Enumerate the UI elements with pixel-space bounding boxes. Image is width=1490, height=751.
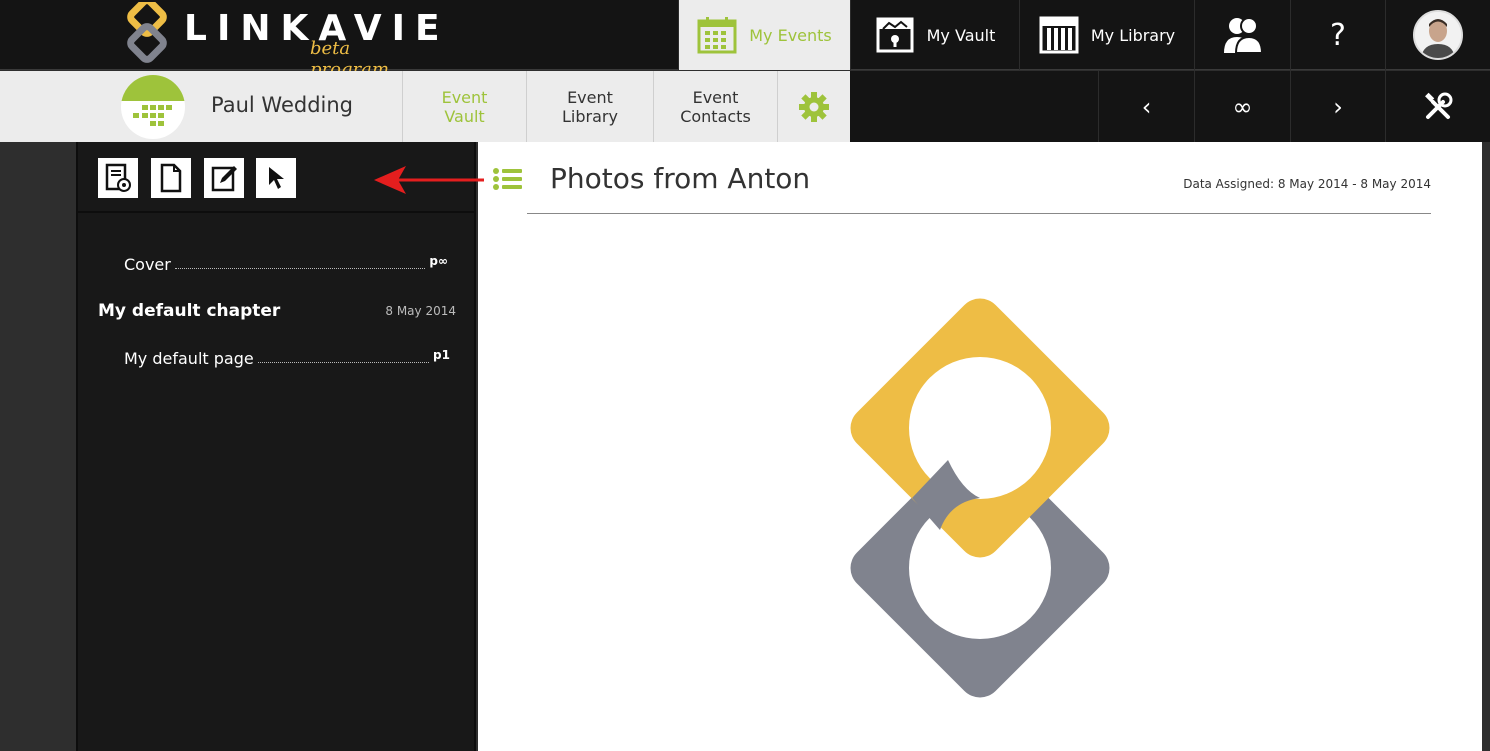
event-header-bar: Paul Wedding Event Vault Event Library Eve… xyxy=(0,71,850,142)
pointer-icon xyxy=(269,167,284,189)
tab-event-library[interactable]: Event Library xyxy=(526,71,653,142)
toc-page-number: p1 xyxy=(433,348,450,362)
toc-dotted-leader xyxy=(257,362,430,363)
page-content: Photos from Anton Data Assigned: 8 May 2… xyxy=(478,142,1482,751)
tab-event-contacts-line1: Event xyxy=(692,87,739,107)
settings-gear-icon xyxy=(799,91,829,122)
tab-event-vault-line2: Vault xyxy=(444,106,485,126)
book-sidebar: Cover p∞ My default chapter 8 May 2014 M… xyxy=(76,142,476,751)
nav-my-library[interactable]: My Library xyxy=(1019,0,1194,70)
toc-item-label: Cover xyxy=(124,255,171,274)
edit-icon xyxy=(211,166,237,192)
tab-event-library-line2: Library xyxy=(562,106,618,126)
toc-item-page[interactable]: My default page p1 xyxy=(124,348,450,368)
page-title: Photos from Anton xyxy=(550,162,811,195)
help-icon: ? xyxy=(1330,17,1346,53)
linkavie-logo-mark-icon xyxy=(850,298,1110,698)
tab-event-library-line1: Event xyxy=(567,87,613,107)
toc-item-cover[interactable]: Cover p∞ xyxy=(124,254,448,274)
tab-event-contacts-line2: Contacts xyxy=(680,106,751,126)
page-navigation-bar: ‹ ∞ › xyxy=(850,71,1490,142)
next-page-button[interactable]: › xyxy=(1290,71,1385,142)
all-pages-button[interactable]: ∞ xyxy=(1194,71,1290,142)
nav-my-vault[interactable]: My Vault xyxy=(850,0,1019,70)
nav-my-events[interactable]: My Events xyxy=(678,0,850,70)
toc-chapter[interactable]: My default chapter 8 May 2014 xyxy=(98,301,456,321)
edit-button[interactable] xyxy=(204,158,244,198)
toc-page-number: p∞ xyxy=(429,254,448,268)
toc-dotted-leader xyxy=(174,268,426,269)
help-button[interactable]: ? xyxy=(1290,0,1385,70)
list-icon xyxy=(493,168,522,190)
tools-icon xyxy=(1425,92,1453,119)
chevron-right-icon: › xyxy=(1333,92,1343,121)
tab-event-vault[interactable]: Event Vault xyxy=(402,71,526,142)
contacts-icon xyxy=(1223,17,1263,54)
top-navigation-bar: LINKAVIE beta program My Events My Vault xyxy=(0,0,1490,80)
library-icon xyxy=(1039,16,1079,54)
tools-button[interactable] xyxy=(1385,71,1490,142)
nav-my-library-label: My Library xyxy=(1090,25,1176,45)
event-avatar[interactable] xyxy=(121,75,185,139)
avatar xyxy=(1413,10,1463,60)
toc-toggle-button[interactable] xyxy=(492,167,524,191)
event-settings-button[interactable] xyxy=(777,71,850,142)
new-page-button[interactable] xyxy=(151,158,191,198)
new-page-icon xyxy=(160,163,182,193)
annotation-arrow-icon xyxy=(374,166,484,194)
toc-item-label: My default page xyxy=(124,349,254,368)
nav-my-events-label: My Events xyxy=(749,25,832,45)
data-assigned-range: Data Assigned: 8 May 2014 - 8 May 2014 xyxy=(1183,177,1431,191)
user-avatar-button[interactable] xyxy=(1385,0,1490,70)
tab-event-contacts[interactable]: Event Contacts xyxy=(653,71,777,142)
toc-chapter-date: 8 May 2014 xyxy=(385,304,456,318)
nav-my-vault-label: My Vault xyxy=(926,25,996,45)
title-divider xyxy=(527,213,1431,214)
infinity-icon: ∞ xyxy=(1232,92,1253,121)
left-gutter xyxy=(0,142,76,751)
select-tool-button[interactable] xyxy=(256,158,296,198)
right-edge xyxy=(1482,142,1490,751)
new-chapter-icon xyxy=(105,163,131,192)
previous-page-button[interactable]: ‹ xyxy=(1098,71,1194,142)
toc-chapter-title: My default chapter xyxy=(98,301,281,321)
logo-mark-icon xyxy=(127,2,167,63)
nav-contacts[interactable] xyxy=(1194,0,1290,70)
vault-icon xyxy=(876,17,914,53)
new-chapter-button[interactable] xyxy=(98,158,138,198)
chevron-left-icon: ‹ xyxy=(1141,92,1152,121)
tab-event-vault-line1: Event xyxy=(441,87,488,107)
linkavie-logo[interactable]: LINKAVIE beta program xyxy=(120,0,440,80)
calendar-icon xyxy=(697,17,737,54)
event-title: Paul Wedding xyxy=(211,93,353,117)
